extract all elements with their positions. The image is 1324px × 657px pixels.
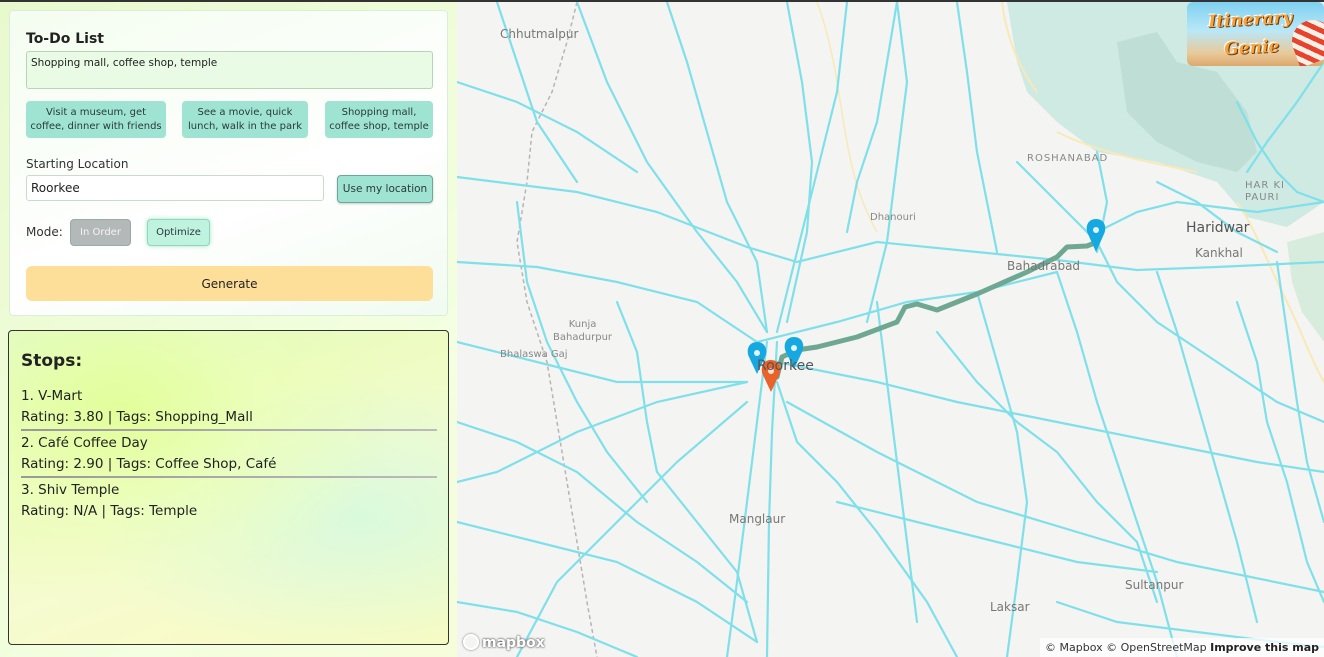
todo-title: To-Do List — [26, 31, 104, 47]
starting-location-label: Starting Location — [26, 157, 129, 171]
todo-textarea[interactable]: Shopping mall, coffee shop, temple — [26, 51, 433, 89]
todo-form-panel: To-Do List Shopping mall, coffee shop, t… — [9, 10, 448, 316]
stop-item: 1. V-Mart Rating: 3.80 | Tags: Shopping_… — [21, 386, 437, 431]
map-label-roorkee: Roorkee — [757, 358, 814, 374]
generate-button[interactable]: Generate — [26, 266, 433, 301]
stops-title: Stops: — [21, 351, 83, 371]
map-label-kunja-bahadurpur: Kunja Bahadurpur — [553, 319, 613, 343]
map-label-haridwar: Haridwar — [1186, 220, 1250, 236]
forest-area — [1287, 232, 1324, 342]
map-label-bhalaswa-gaj: Bhalaswa Gaj — [500, 349, 568, 360]
map-label-laksar: Laksar — [990, 600, 1030, 614]
attribution-text[interactable]: © Mapbox © OpenStreetMap — [1045, 641, 1207, 654]
map-label-kankhal: Kankhal — [1195, 246, 1243, 260]
map-label-chhutmalpur: Chhutmalpur — [500, 27, 579, 41]
map-label-har-ki-pauri: HAR KI PAURI — [1245, 180, 1285, 203]
stop-name: 3. Shiv Temple — [21, 482, 120, 498]
map-canvas[interactable]: Chhutmalpur ROSHANABAD HAR KI PAURI Hari… — [457, 2, 1324, 657]
stop-divider — [21, 429, 437, 431]
logo-text: Itinerary Genie — [1207, 7, 1293, 60]
preset-museum-button[interactable]: Visit a museum, get coffee, dinner with … — [26, 101, 166, 138]
map-label-roshanabad: ROSHANABAD — [1027, 153, 1109, 164]
use-my-location-button[interactable]: Use my location — [337, 175, 433, 203]
stop-info: Rating: 3.80 | Tags: Shopping_Mall — [21, 409, 253, 425]
stop-item: 2. Café Coffee Day Rating: 2.90 | Tags: … — [21, 433, 437, 478]
mapbox-icon — [463, 634, 479, 650]
map-label-sultanpur: Sultanpur — [1125, 578, 1184, 592]
stop-divider — [21, 476, 437, 478]
itinerary-genie-logo: Itinerary Genie — [1187, 2, 1324, 66]
stop-name: 1. V-Mart — [21, 388, 83, 404]
mode-optimize-button[interactable]: Optimize — [147, 219, 210, 246]
stop-name: 2. Café Coffee Day — [21, 435, 148, 451]
preset-movie-button[interactable]: See a movie, quick lunch, walk in the pa… — [182, 101, 308, 138]
mode-label: Mode: — [26, 225, 63, 239]
stop-item: 3. Shiv Temple Rating: N/A | Tags: Templ… — [21, 480, 437, 522]
map-label-manglaur: Manglaur — [729, 512, 786, 526]
preset-shopping-button[interactable]: Shopping mall, coffee shop, temple — [325, 101, 433, 138]
improve-map-link[interactable]: Improve this map — [1210, 641, 1319, 654]
stop-info: Rating: 2.90 | Tags: Coffee Shop, Café — [21, 456, 277, 472]
stop-info: Rating: N/A | Tags: Temple — [21, 503, 198, 519]
mapbox-logo[interactable]: mapbox — [463, 634, 545, 651]
map-label-dhanouri: Dhanouri — [870, 212, 916, 223]
map-attribution: © Mapbox © OpenStreetMap Improve this ma… — [1040, 638, 1324, 657]
stops-panel: Stops: 1. V-Mart Rating: 3.80 | Tags: Sh… — [8, 330, 449, 645]
starting-location-input[interactable] — [26, 175, 324, 201]
mode-in-order-button[interactable]: In Order — [70, 219, 131, 246]
map-label-bahadrabad: Bahadrabad — [1007, 259, 1081, 273]
